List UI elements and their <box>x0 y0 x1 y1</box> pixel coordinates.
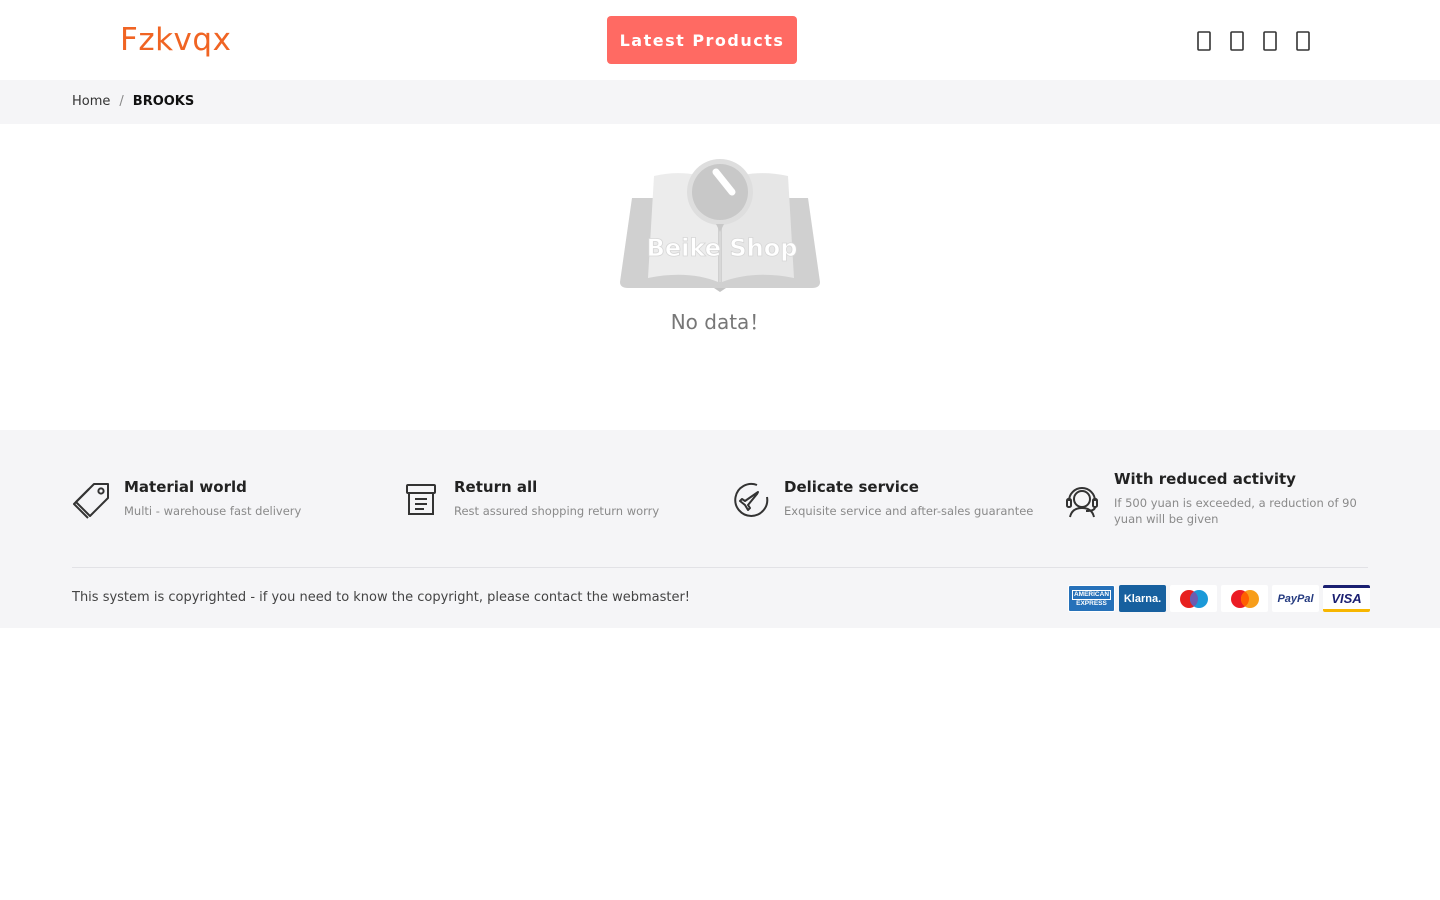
footer-band: Material world Multi - warehouse fast de… <box>0 430 1440 628</box>
feature-title: With reduced activity <box>1114 470 1296 488</box>
header: Fzkvqx Latest Products <box>0 0 1440 80</box>
amex-logo: AMERICAN EXPRESS <box>1068 585 1115 612</box>
feature-desc: Exquisite service and after-sales guaran… <box>784 504 1034 518</box>
breadcrumb-home-link[interactable]: Home <box>72 94 110 109</box>
breadcrumb: Home / BROOKS <box>72 94 194 109</box>
feature-desc: If 500 yuan is exceeded, a reduction of … <box>1114 496 1357 526</box>
support-agent-icon <box>1062 480 1102 520</box>
header-icons <box>1196 30 1311 52</box>
empty-state-illustration: Beike Shop <box>618 156 822 292</box>
payment-methods: AMERICAN EXPRESS Klarna. PayPal VISA <box>1068 585 1370 612</box>
heart-icon[interactable] <box>1262 30 1278 52</box>
logo[interactable]: Fzkvqx <box>120 22 231 58</box>
feature-title: Material world <box>124 478 247 496</box>
feature-desc: Rest assured shopping return worry <box>454 504 660 518</box>
empty-message: No data！ <box>670 310 770 334</box>
illustration-text: Beike Shop <box>647 234 798 262</box>
feature-title: Return all <box>454 478 538 496</box>
latest-products-button[interactable]: Latest Products <box>607 16 797 64</box>
plane-icon <box>732 480 772 520</box>
visa-logo: VISA <box>1323 585 1370 612</box>
breadcrumb-bar: Home / BROOKS <box>0 80 1440 124</box>
cart-icon[interactable] <box>1295 30 1311 52</box>
klarna-logo: Klarna. <box>1119 585 1166 612</box>
user-icon[interactable] <box>1229 30 1245 52</box>
mastercard-logo <box>1221 585 1268 612</box>
footer-divider <box>72 567 1368 568</box>
maestro-logo <box>1170 585 1217 612</box>
feature-desc: Multi - warehouse fast delivery <box>124 504 302 518</box>
copyright-text: This system is copyrighted - if you need… <box>72 590 691 605</box>
paypal-logo: PayPal <box>1272 585 1319 612</box>
archive-box-icon <box>402 480 442 520</box>
feature-title: Delicate service <box>784 478 919 496</box>
breadcrumb-separator: / <box>119 94 124 109</box>
search-icon[interactable] <box>1196 30 1212 52</box>
breadcrumb-current: BROOKS <box>132 94 195 109</box>
tag-icon <box>72 480 112 520</box>
